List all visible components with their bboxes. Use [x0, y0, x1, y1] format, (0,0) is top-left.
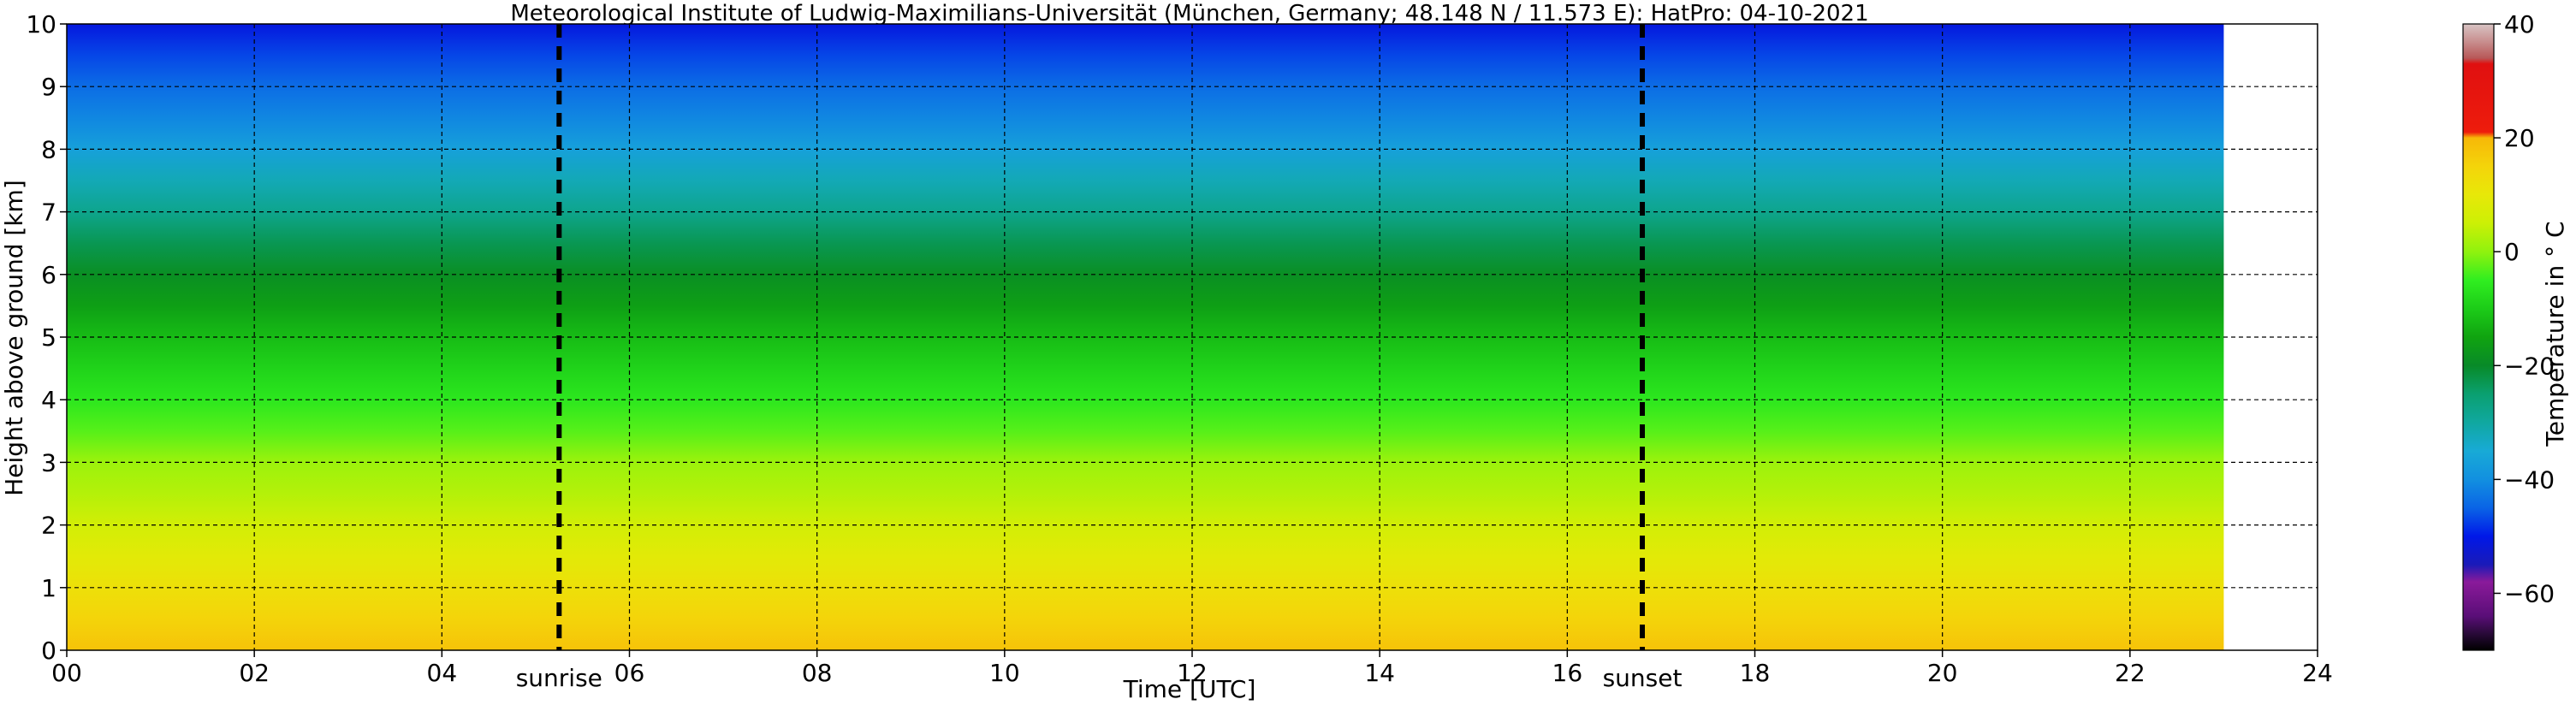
- plot-area: 00 02 04 06 08 10 12 14 16 18 20 22 24012345678910su…: [26, 10, 2332, 692]
- sunrise-label: sunrise: [516, 664, 602, 692]
- x-tick-label: 18: [1740, 659, 1771, 687]
- colorbar-tick-label: −60: [2504, 579, 2555, 607]
- y-tick-label: 1: [41, 574, 56, 602]
- colorbar-label: Temperature in ° C: [2541, 221, 2569, 447]
- y-tick-label: 9: [41, 73, 56, 101]
- x-tick-label: 20: [1927, 659, 1958, 687]
- x-tick-label: 06: [614, 659, 645, 687]
- x-tick-label: 04: [427, 659, 458, 687]
- y-tick-label: 3: [41, 448, 56, 477]
- y-tick-label: 2: [41, 512, 56, 540]
- y-tick-label: 8: [41, 135, 56, 163]
- chart-title: Meteorological Institute of Ludwig-Maxim…: [510, 1, 1868, 27]
- x-tick-label: 08: [802, 659, 833, 687]
- colorbar-tick-label: 20: [2504, 124, 2535, 152]
- x-tick-label: 24: [2302, 659, 2333, 687]
- x-tick-label: 02: [239, 659, 270, 687]
- x-axis-label: Time [UTC]: [1123, 675, 1256, 703]
- x-tick-label: 16: [1552, 659, 1583, 687]
- y-axis-label: Height above ground [km]: [0, 180, 28, 496]
- y-tick-label: 10: [26, 10, 56, 39]
- temperature-chart: Meteorological Institute of Ludwig-Maxim…: [0, 1, 2569, 703]
- colorbar-tick-label: 0: [2504, 238, 2520, 266]
- x-tick-label: 14: [1364, 659, 1395, 687]
- y-tick-label: 7: [41, 198, 56, 227]
- y-tick-label: 5: [41, 323, 56, 352]
- y-tick-label: 6: [41, 261, 56, 289]
- x-tick-label: 22: [2115, 659, 2146, 687]
- y-tick-label: 0: [41, 637, 56, 665]
- sunset-label: sunset: [1603, 664, 1683, 692]
- colorbar-gradient: [2463, 24, 2494, 650]
- y-tick-label: 4: [41, 386, 56, 414]
- colorbar-tick-label: 40: [2504, 10, 2535, 39]
- x-tick-label: 10: [989, 659, 1020, 687]
- colorbar-tick-label: −40: [2504, 465, 2555, 494]
- colorbar-tick-label: −20: [2504, 352, 2555, 380]
